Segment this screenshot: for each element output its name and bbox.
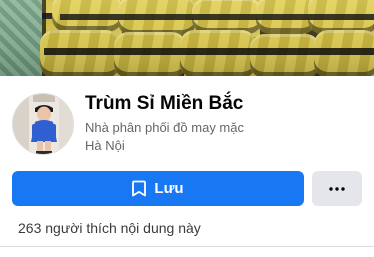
- likes-count: 263 người thích nội dung này: [18, 220, 201, 236]
- cover-photo[interactable]: [0, 0, 374, 76]
- save-button-label: Lưu: [154, 180, 184, 197]
- page-category: Nhà phân phối đồ may mặc: [85, 120, 244, 135]
- page-location: Hà Nội: [85, 138, 125, 153]
- more-options-button[interactable]: [312, 171, 362, 206]
- save-button[interactable]: Lưu: [12, 171, 304, 206]
- bottom-band: [0, 247, 374, 257]
- avatar-image: [13, 94, 73, 154]
- profile-avatar[interactable]: [12, 93, 74, 155]
- bookmark-icon: [132, 180, 147, 197]
- page-title[interactable]: Trùm Sỉ Miền Bắc: [85, 93, 243, 115]
- cover-shade: [0, 0, 374, 76]
- ellipsis-icon: [329, 186, 345, 191]
